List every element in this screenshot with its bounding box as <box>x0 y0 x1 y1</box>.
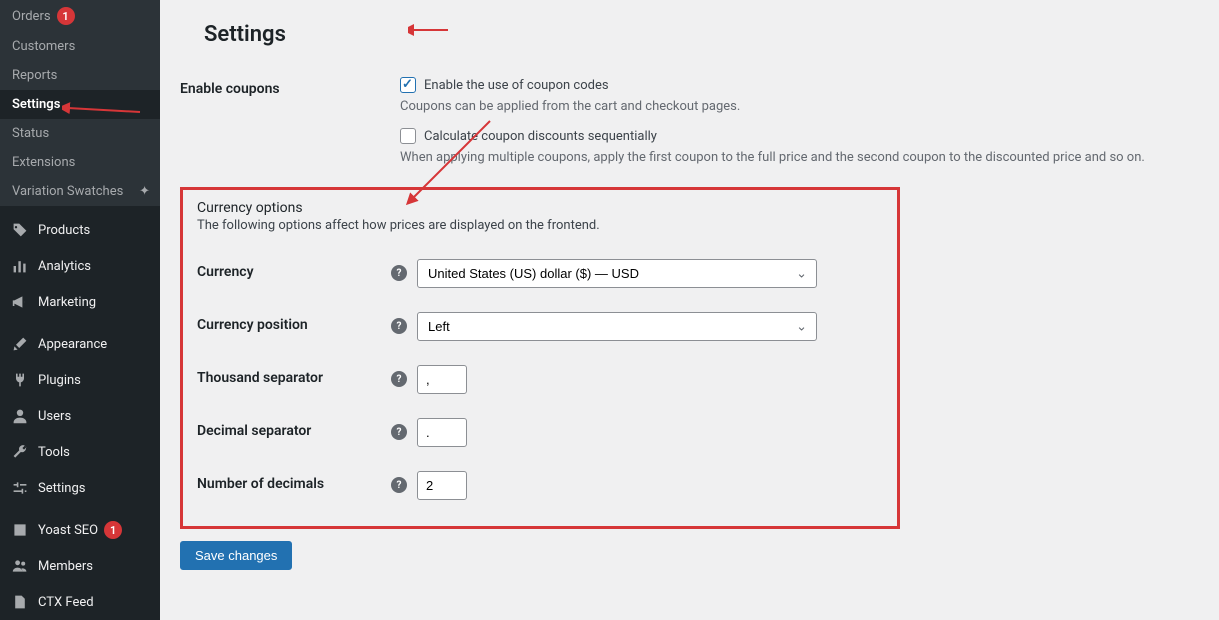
save-changes-button[interactable]: Save changes <box>180 541 292 570</box>
currency-options-section: Currency options The following options a… <box>180 187 900 529</box>
swatch-icon: ✦ <box>139 184 150 199</box>
user-icon <box>10 406 30 426</box>
help-icon[interactable]: ? <box>391 318 407 334</box>
sidebar-item-customers[interactable]: Customers <box>0 32 160 61</box>
sidebar-item-users[interactable]: Users <box>0 398 160 434</box>
sidebar-item-label: Status <box>12 126 49 141</box>
sidebar-item-reports[interactable]: Reports <box>0 61 160 90</box>
field-label: Number of decimals <box>197 472 391 492</box>
sidebar-item-members[interactable]: Members <box>0 548 160 584</box>
field-label: Currency position <box>197 313 391 333</box>
sidebar-item-label: Tools <box>38 445 70 460</box>
sidebar-item-label: Extensions <box>12 155 75 170</box>
help-icon[interactable]: ? <box>391 477 407 493</box>
wrench-icon <box>10 442 30 462</box>
help-icon[interactable]: ? <box>391 424 407 440</box>
tag-icon <box>10 220 30 240</box>
main-content: Settings Enable coupons Enable the use o… <box>160 0 1219 620</box>
sequential-discounts-checkbox[interactable] <box>400 128 416 144</box>
sidebar-item-ctxfeed[interactable]: CTX Feed <box>0 584 160 620</box>
sidebar-item-label: Reports <box>12 68 57 83</box>
sidebar-item-status[interactable]: Status <box>0 119 160 148</box>
sidebar-item-label: Yoast SEO <box>38 523 98 538</box>
sidebar-item-label: Marketing <box>38 295 96 310</box>
people-icon <box>10 556 30 576</box>
sidebar-item-label: Plugins <box>38 373 81 388</box>
decimal-separator-input[interactable] <box>417 418 467 447</box>
yoast-icon <box>10 520 30 540</box>
checkbox-label: Calculate coupon discounts sequentially <box>424 129 657 144</box>
sidebar-item-label: Settings <box>12 97 60 112</box>
section-description: The following options affect how prices … <box>197 218 883 233</box>
sidebar-item-label: Products <box>38 223 90 238</box>
sidebar-item-settings[interactable]: Settings <box>0 90 160 119</box>
badge-count: 1 <box>104 521 122 539</box>
sidebar-item-label: Appearance <box>38 337 107 352</box>
sidebar-item-variation-swatches[interactable]: Variation Swatches ✦ <box>0 177 160 206</box>
section-title: Currency options <box>197 200 883 216</box>
sidebar-item-appearance[interactable]: Appearance <box>0 326 160 362</box>
plug-icon <box>10 370 30 390</box>
number-of-decimals-input[interactable] <box>417 471 467 500</box>
row-enable-coupons: Enable coupons Enable the use of coupon … <box>180 65 1199 177</box>
sidebar-item-wp-settings[interactable]: Settings <box>0 470 160 506</box>
brush-icon <box>10 334 30 354</box>
megaphone-icon <box>10 292 30 312</box>
sidebar-item-label: CTX Feed <box>38 595 94 610</box>
sidebar-item-analytics[interactable]: Analytics <box>0 248 160 284</box>
sidebar-item-label: Settings <box>38 481 85 496</box>
sidebar-item-plugins[interactable]: Plugins <box>0 362 160 398</box>
currency-select[interactable]: United States (US) dollar ($) — USD <box>417 259 817 288</box>
bars-icon <box>10 256 30 276</box>
field-description: Coupons can be applied from the cart and… <box>400 99 1199 114</box>
sidebar-item-label: Orders <box>12 9 51 24</box>
badge-count: 1 <box>57 7 75 25</box>
field-label: Thousand separator <box>197 366 391 386</box>
sidebar-item-label: Members <box>38 559 93 574</box>
field-label: Currency <box>197 260 391 280</box>
page-title: Settings <box>180 0 1199 65</box>
sidebar-item-label: Variation Swatches <box>12 184 123 199</box>
field-label: Enable coupons <box>180 77 400 97</box>
field-description: When applying multiple coupons, apply th… <box>400 150 1199 165</box>
currency-position-select[interactable]: Left <box>417 312 817 341</box>
help-icon[interactable]: ? <box>391 371 407 387</box>
thousand-separator-input[interactable] <box>417 365 467 394</box>
enable-coupons-checkbox[interactable] <box>400 77 416 93</box>
sliders-icon <box>10 478 30 498</box>
sidebar-item-label: Users <box>38 409 71 424</box>
sidebar-item-label: Analytics <box>38 259 91 274</box>
checkbox-label: Enable the use of coupon codes <box>424 78 609 93</box>
sidebar-item-yoast[interactable]: Yoast SEO 1 <box>0 512 160 548</box>
sidebar-item-label: Customers <box>12 39 75 54</box>
admin-sidebar: Orders 1 Customers Reports Settings Stat… <box>0 0 160 620</box>
sidebar-item-orders[interactable]: Orders 1 <box>0 0 160 32</box>
sidebar-item-products[interactable]: Products <box>0 212 160 248</box>
doc-icon <box>10 592 30 612</box>
sidebar-item-marketing[interactable]: Marketing <box>0 284 160 320</box>
help-icon[interactable]: ? <box>391 265 407 281</box>
field-label: Decimal separator <box>197 419 391 439</box>
sidebar-item-extensions[interactable]: Extensions <box>0 148 160 177</box>
sidebar-item-tools[interactable]: Tools <box>0 434 160 470</box>
